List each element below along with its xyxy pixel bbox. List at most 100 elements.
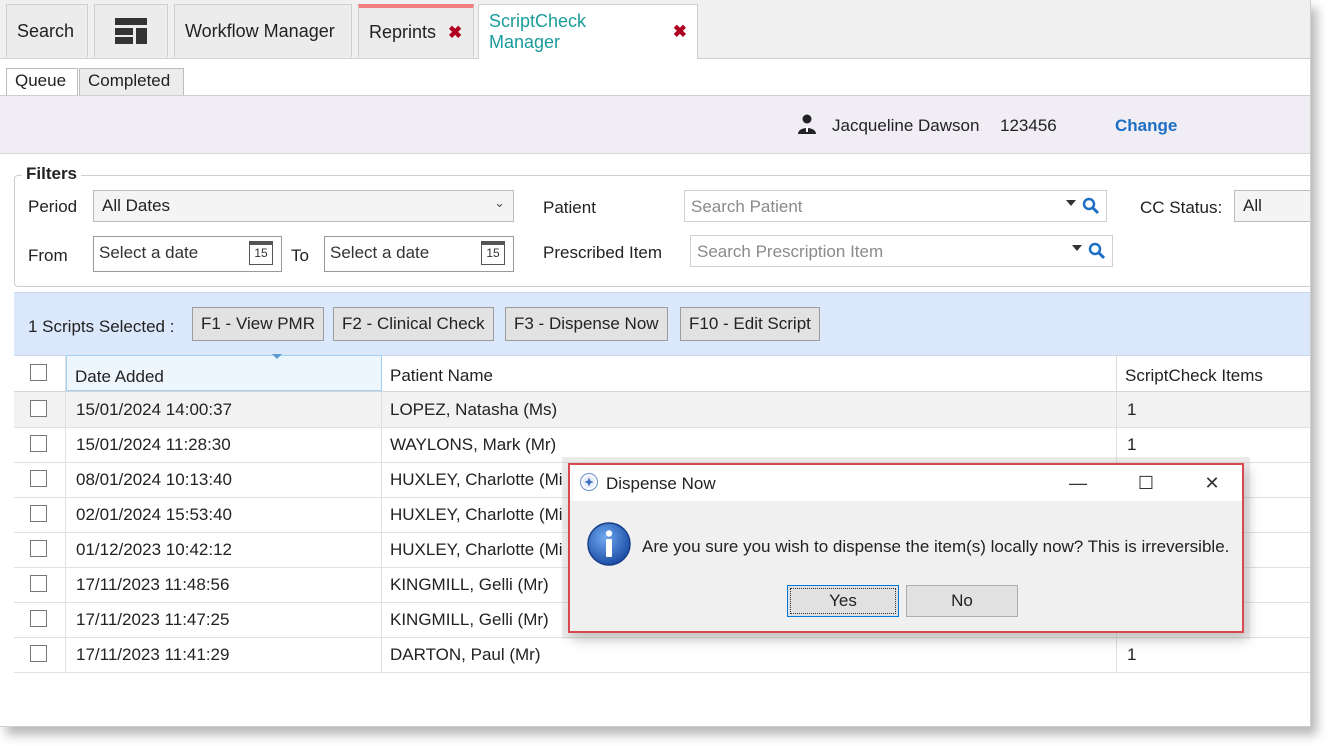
tab-reprints[interactable]: Reprints ✖ xyxy=(358,4,474,57)
scriptcheck-items-cell: 1 xyxy=(1127,645,1137,664)
from-date-placeholder: Select a date xyxy=(99,243,199,262)
date-added-cell: 08/01/2024 10:13:40 xyxy=(66,462,382,497)
tab-layout[interactable] xyxy=(94,4,168,57)
header-patient-name[interactable]: Patient Name xyxy=(382,355,1117,391)
close-icon[interactable]: ✕ xyxy=(1197,470,1227,496)
change-user-link[interactable]: Change xyxy=(1115,116,1177,136)
close-tab-icon[interactable]: ✖ xyxy=(448,23,462,43)
row-checkbox[interactable] xyxy=(30,575,47,592)
dispense-now-button[interactable]: F3 - Dispense Now xyxy=(505,307,668,341)
to-date-input[interactable]: Select a date 15 xyxy=(324,236,514,272)
header-scriptcheck-items[interactable]: ScriptCheck Items xyxy=(1117,355,1310,391)
header-select-all xyxy=(14,355,66,391)
date-added-cell: 17/11/2023 11:48:56 xyxy=(66,567,382,602)
subtab-completed[interactable]: Completed xyxy=(79,68,184,95)
calendar-day: 15 xyxy=(254,246,268,260)
subtab-label: Completed xyxy=(88,71,171,90)
calendar-day: 15 xyxy=(486,246,500,260)
row-select-cell xyxy=(14,497,66,532)
patient-search-placeholder: Search Patient xyxy=(691,197,803,216)
tab-label: Workflow Manager xyxy=(185,20,335,41)
layout-icon xyxy=(115,18,147,44)
app-icon xyxy=(580,473,598,491)
filters-title: Filters xyxy=(22,164,82,184)
select-all-checkbox[interactable] xyxy=(30,364,47,381)
row-select-cell xyxy=(14,532,66,567)
column-label: ScriptCheck Items xyxy=(1125,366,1263,385)
scriptcheck-items-cell: 1 xyxy=(1127,435,1137,454)
row-checkbox[interactable] xyxy=(30,645,47,662)
header-date-added[interactable]: Date Added xyxy=(66,354,382,391)
dialog-body: Are you sure you wish to dispense the it… xyxy=(570,501,1242,631)
subtab-queue[interactable]: Queue xyxy=(6,68,78,97)
edit-script-button[interactable]: F10 - Edit Script xyxy=(680,307,820,341)
row-select-cell xyxy=(14,567,66,602)
date-added-cell: 01/12/2023 10:42:12 xyxy=(66,532,382,567)
row-checkbox[interactable] xyxy=(30,400,47,417)
patient-label: Patient xyxy=(543,198,596,217)
tab-label: Search xyxy=(17,20,75,41)
row-checkbox[interactable] xyxy=(30,540,47,557)
cc-status-value: All xyxy=(1243,196,1262,215)
column-label: Date Added xyxy=(75,367,164,386)
calendar-icon[interactable]: 15 xyxy=(481,241,505,265)
scripts-selected-count: 1 Scripts Selected : xyxy=(28,317,175,336)
patient-search-input[interactable]: Search Patient xyxy=(684,190,1107,222)
row-checkbox[interactable] xyxy=(30,435,47,452)
no-button[interactable]: No xyxy=(906,585,1018,617)
tab-label: ScriptCheck Manager xyxy=(489,11,587,52)
chevron-down-icon: ⌄ xyxy=(494,195,505,210)
date-added-cell: 02/01/2024 15:53:40 xyxy=(66,497,382,532)
yes-button[interactable]: Yes xyxy=(787,585,899,617)
tab-search[interactable]: Search xyxy=(6,4,88,57)
table-row[interactable]: 17/11/2023 11:41:29 DARTON, Paul (Mr) 1 xyxy=(14,637,1310,673)
tab-workflow-manager[interactable]: Workflow Manager xyxy=(174,4,352,57)
table-row[interactable]: 15/01/2024 14:00:37 LOPEZ, Natasha (Ms) … xyxy=(14,392,1310,428)
cc-status-select[interactable]: All xyxy=(1234,190,1310,222)
date-added-cell: 15/01/2024 14:00:37 xyxy=(66,392,382,427)
minimize-icon[interactable]: — xyxy=(1063,470,1093,496)
row-checkbox[interactable] xyxy=(30,470,47,487)
table-row[interactable]: 15/01/2024 11:28:30 WAYLONS, Mark (Mr) 1 xyxy=(14,427,1310,463)
tab-scriptcheck-manager[interactable]: ScriptCheck Manager ✖ xyxy=(478,4,698,59)
patient-name-cell: WAYLONS, Mark (Mr) xyxy=(382,427,1117,462)
view-pmr-button[interactable]: F1 - View PMR xyxy=(192,307,324,341)
prescribed-item-search-input[interactable]: Search Prescription Item xyxy=(690,235,1113,267)
patient-name-cell: DARTON, Paul (Mr) xyxy=(382,637,1117,672)
row-select-cell xyxy=(14,427,66,462)
user-bar: Jacqueline Dawson 123456 Change xyxy=(0,96,1310,154)
maximize-icon[interactable]: ☐ xyxy=(1131,470,1161,496)
user-id: 123456 xyxy=(1000,116,1057,135)
to-label: To xyxy=(291,246,309,265)
sort-descending-icon xyxy=(272,354,282,359)
row-checkbox[interactable] xyxy=(30,610,47,627)
date-added-cell: 17/11/2023 11:41:29 xyxy=(66,637,382,672)
dialog-titlebar[interactable]: Dispense Now — ☐ ✕ xyxy=(570,465,1242,501)
user-icon xyxy=(798,114,816,134)
from-label: From xyxy=(28,246,68,265)
period-select[interactable]: All Dates ⌄ xyxy=(93,190,514,222)
date-added-cell: 15/01/2024 11:28:30 xyxy=(66,427,382,462)
prescribed-search-placeholder: Search Prescription Item xyxy=(697,242,884,261)
calendar-icon[interactable]: 15 xyxy=(249,241,273,265)
dispense-now-dialog: Dispense Now — ☐ ✕ Are you sure you wish… xyxy=(568,463,1244,633)
search-icon[interactable] xyxy=(1082,197,1100,215)
info-icon xyxy=(587,522,631,566)
row-checkbox[interactable] xyxy=(30,505,47,522)
prescribed-item-label: Prescribed Item xyxy=(543,243,663,262)
from-date-input[interactable]: Select a date 15 xyxy=(93,236,282,272)
cc-status-label: CC Status: xyxy=(1140,198,1223,217)
dropdown-arrow-icon[interactable] xyxy=(1066,200,1076,206)
close-tab-icon[interactable]: ✖ xyxy=(673,22,687,42)
scriptcheck-items-cell: 1 xyxy=(1127,400,1137,419)
search-icon[interactable] xyxy=(1088,242,1106,260)
clinical-check-button[interactable]: F2 - Clinical Check xyxy=(333,307,494,341)
tab-bar: Search Workflow Manager Reprints ✖ Scrip… xyxy=(0,0,1310,59)
row-select-cell xyxy=(14,462,66,497)
period-label: Period xyxy=(28,197,78,216)
dropdown-arrow-icon[interactable] xyxy=(1072,245,1082,251)
to-date-placeholder: Select a date xyxy=(330,243,430,262)
patient-name-cell: LOPEZ, Natasha (Ms) xyxy=(382,392,1117,427)
column-label: Patient Name xyxy=(390,366,493,385)
action-bar: 1 Scripts Selected : F1 - View PMR F2 - … xyxy=(14,292,1310,356)
